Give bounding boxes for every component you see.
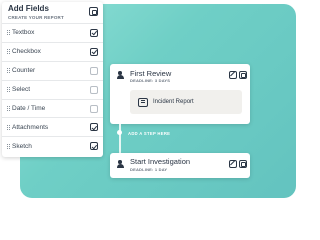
- field-item-date-time[interactable]: Date / Time: [2, 100, 103, 119]
- field-label: Checkbox: [12, 48, 41, 56]
- checkbox-unchecked[interactable]: [90, 85, 98, 94]
- drag-handle-icon[interactable]: [7, 87, 10, 93]
- field-item-attachments[interactable]: Attachments: [2, 118, 103, 138]
- drag-handle-icon[interactable]: [7, 144, 10, 150]
- drag-handle-icon[interactable]: [7, 30, 10, 36]
- add-fields-panel: Add Fields CREATE YOUR REPORT Textbox Ch…: [2, 2, 103, 157]
- field-item-select[interactable]: Select: [2, 81, 103, 100]
- form-name: Incident Report: [153, 99, 194, 105]
- document-icon: [138, 97, 148, 107]
- panel-title: Add Fields: [8, 4, 49, 13]
- field-label: Attachments: [12, 123, 49, 131]
- field-label: Textbox: [12, 29, 35, 37]
- add-step-dot[interactable]: [117, 130, 122, 135]
- step-card-first-review[interactable]: First Review DEADLINE: 3 DAYS Incident R…: [110, 64, 250, 124]
- copy-icon[interactable]: [239, 160, 247, 168]
- checkbox-checked[interactable]: [90, 142, 98, 151]
- field-label: Date / Time: [12, 105, 46, 112]
- field-label: Select: [12, 86, 31, 94]
- drag-handle-icon[interactable]: [7, 106, 10, 111]
- drag-handle-icon[interactable]: [7, 49, 10, 55]
- add-step-label[interactable]: ADD A STEP HERE: [128, 131, 170, 136]
- checkbox-checked[interactable]: [90, 47, 98, 56]
- step-deadline: DEADLINE: 3 DAYS: [130, 78, 171, 83]
- field-item-checkbox[interactable]: Checkbox: [2, 43, 103, 62]
- field-item-counter[interactable]: Counter: [2, 62, 103, 81]
- step-title: First Review: [130, 69, 172, 78]
- field-item-sketch[interactable]: Sketch: [2, 137, 103, 156]
- panel-header: Add Fields CREATE YOUR REPORT: [2, 2, 103, 24]
- copy-icon[interactable]: [89, 7, 98, 16]
- checkbox-unchecked[interactable]: [90, 104, 98, 113]
- drag-handle-icon[interactable]: [7, 124, 10, 130]
- edit-icon[interactable]: [229, 160, 237, 168]
- field-label: Counter: [12, 67, 36, 75]
- checkbox-unchecked[interactable]: [90, 66, 98, 75]
- user-icon: [116, 160, 124, 168]
- field-label: Sketch: [12, 143, 32, 151]
- field-item-textbox[interactable]: Textbox: [2, 24, 103, 43]
- form-chip[interactable]: Incident Report: [130, 90, 242, 114]
- step-deadline: DEADLINE: 1 DAY: [130, 166, 168, 172]
- step-card-start-investigation[interactable]: Start Investigation DEADLINE: 1 DAY: [110, 153, 250, 178]
- checkbox-checked[interactable]: [90, 29, 98, 37]
- edit-icon[interactable]: [229, 71, 237, 79]
- copy-icon[interactable]: [239, 71, 247, 79]
- panel-subtitle: CREATE YOUR REPORT: [8, 15, 64, 20]
- step-title: Start Investigation: [130, 157, 191, 166]
- user-icon: [116, 71, 124, 79]
- step-connector: [119, 124, 121, 153]
- checkbox-checked[interactable]: [90, 123, 98, 132]
- drag-handle-icon[interactable]: [7, 68, 10, 74]
